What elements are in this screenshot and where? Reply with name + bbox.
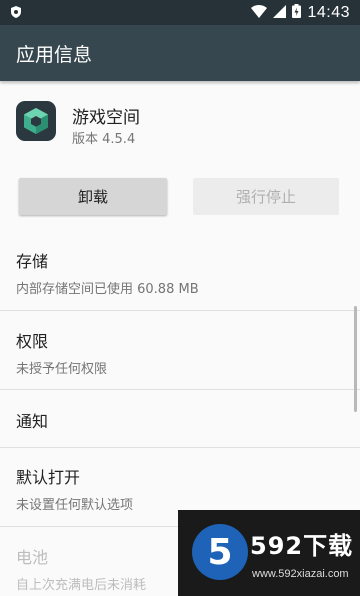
divider — [0, 310, 360, 311]
open-by-default-item[interactable]: 默认打开 未设置任何默认选项 — [0, 464, 360, 513]
permissions-item[interactable]: 权限 未授予任何权限 — [0, 328, 360, 377]
storage-title: 存储 — [16, 252, 49, 271]
storage-subtitle: 内部存储空间已使用 60.88 MB — [16, 282, 199, 297]
permissions-subtitle: 未授予任何权限 — [16, 362, 108, 377]
watermark-logo: 5 — [192, 524, 248, 580]
game-space-app-icon — [16, 101, 56, 141]
app-name: 游戏空间 — [72, 108, 140, 128]
app-header: 游戏空间 版本 4.5.4 — [0, 81, 360, 173]
status-time: 14:43 — [307, 3, 350, 21]
watermark-url: www.592xiazai.com — [252, 568, 349, 580]
notifications-item[interactable]: 通知 — [0, 408, 360, 432]
open-by-default-title: 默认打开 — [16, 468, 81, 487]
divider — [0, 389, 360, 390]
battery-icon — [292, 3, 302, 22]
storage-item[interactable]: 存储 内部存储空间已使用 60.88 MB — [0, 248, 360, 297]
watermark-title: 592下载 — [250, 532, 354, 560]
wifi-icon — [251, 4, 268, 22]
notifications-title: 通知 — [16, 412, 49, 431]
app-bar: 应用信息 — [0, 25, 360, 81]
permissions-title: 权限 — [16, 332, 49, 351]
force-stop-button[interactable]: 强行停止 — [193, 178, 339, 215]
watermark-banner: 5 592下载 www.592xiazai.com — [178, 510, 360, 596]
signal-icon — [273, 4, 287, 22]
status-bar: 14:43 — [0, 0, 360, 25]
app-version: 版本 4.5.4 — [72, 132, 136, 147]
divider — [0, 447, 360, 448]
page-title: 应用信息 — [16, 43, 93, 66]
uninstall-button[interactable]: 卸载 — [19, 178, 167, 215]
watermark-logo-digit: 5 — [207, 531, 233, 573]
scrollbar[interactable] — [354, 306, 357, 412]
shield-icon — [10, 4, 22, 22]
